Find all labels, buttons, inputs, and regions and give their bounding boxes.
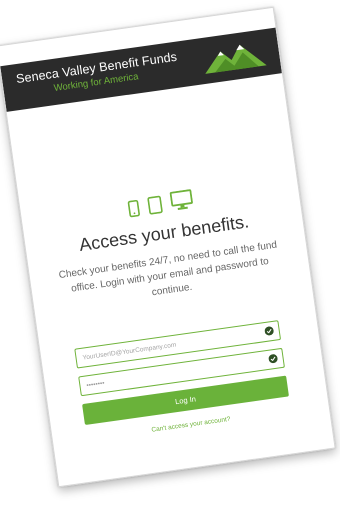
desktop-icon xyxy=(169,189,193,211)
tablet-icon xyxy=(146,195,163,215)
login-card: Seneca Valley Benefit Funds Working for … xyxy=(0,6,336,488)
mountain-logo-icon xyxy=(205,44,267,74)
brand-header: Seneca Valley Benefit Funds Working for … xyxy=(0,27,282,112)
check-icon xyxy=(264,326,274,336)
page: Seneca Valley Benefit Funds Working for … xyxy=(0,0,340,506)
phone-icon xyxy=(127,200,140,218)
check-icon xyxy=(268,354,278,364)
